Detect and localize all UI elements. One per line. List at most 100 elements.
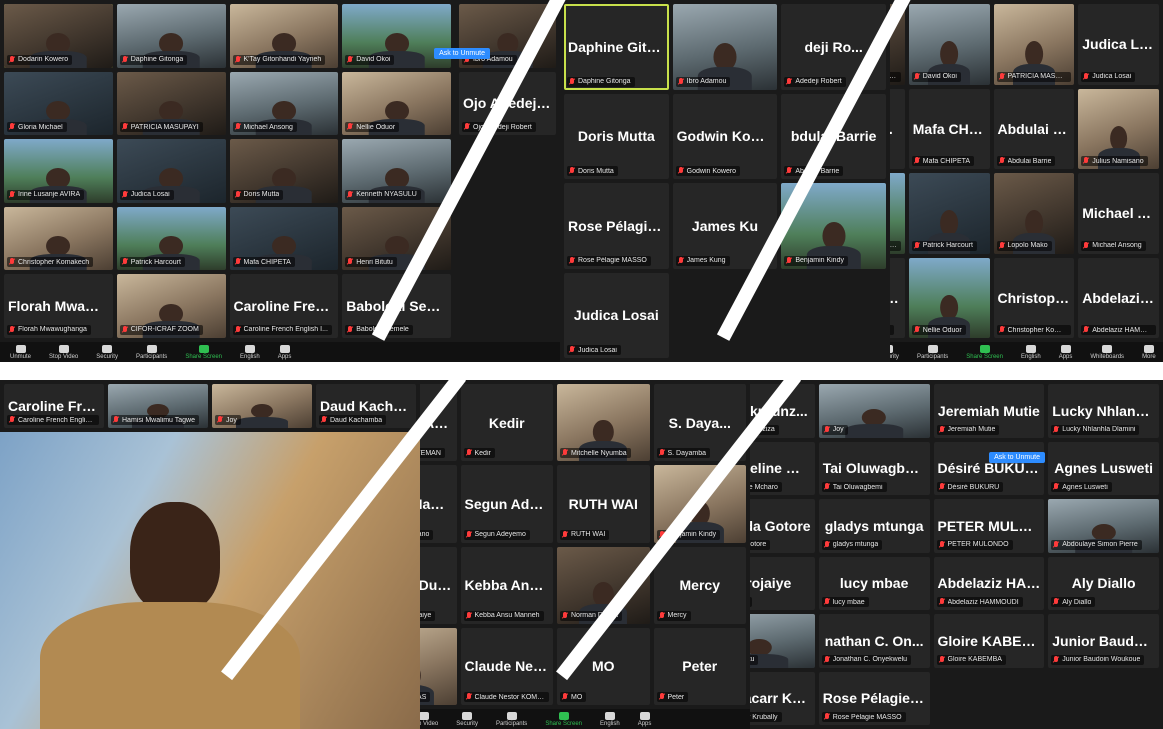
- participant-tile[interactable]: Julius Namisano Julius Namisano: [420, 465, 457, 543]
- toolbar-button[interactable]: More: [1142, 344, 1156, 360]
- participant-tile[interactable]: Désiré BUKURU Désiré BUKURU: [933, 441, 1045, 495]
- toolbar-button[interactable]: Security: [96, 344, 118, 360]
- participant-tile[interactable]: Gloria Michael: [4, 71, 113, 136]
- participant-tile[interactable]: Mafa CHIPET Mafa CHIPETA: [908, 88, 990, 169]
- toolbar-button[interactable]: Participants: [917, 344, 948, 360]
- participant-tile[interactable]: Kedir Kedir: [460, 384, 553, 462]
- participant-tile[interactable]: Abdelaziz HA Abdelaziz HAMMOUDI: [1078, 257, 1159, 338]
- participant-tile[interactable]: Julius Namisano: [1078, 88, 1159, 169]
- participant-tile[interactable]: Caroline French... Caroline French Englis…: [4, 384, 104, 428]
- participant-tile[interactable]: Daphine Gitonga Daphine Gitonga: [564, 4, 669, 90]
- participant-tile[interactable]: Gloire KABEMBA Gloire KABEMBA: [933, 614, 1045, 668]
- participant-tile[interactable]: Tai Oluwagbemi Tai Oluwagbemi: [818, 441, 930, 495]
- participant-tile[interactable]: Judica Losai Judica Losai: [564, 272, 669, 358]
- participant-tile[interactable]: Ibro Adamou: [672, 4, 778, 90]
- participant-tile[interactable]: Nellie Oduor: [908, 257, 990, 338]
- participant-tile[interactable]: Judica Losai Judica Losai: [1078, 4, 1159, 85]
- participant-tile[interactable]: Daphine Gitonga: [116, 4, 226, 68]
- participant-tile[interactable]: Evangeline Mch... Evangeline Mcharo: [750, 441, 815, 495]
- participant-tile[interactable]: Claude Nestor... Claude Nestor KOMLA: [460, 627, 553, 705]
- ask-to-unmute-button[interactable]: Ask to Unmute: [989, 452, 1045, 463]
- participant-tile[interactable]: Florah Mwawu... Florah Mwawughanga: [4, 274, 113, 338]
- participant-tile[interactable]: Christopher Ko... Christopher Komakech: [993, 257, 1075, 338]
- toolbar-button[interactable]: Apps: [1059, 344, 1072, 360]
- toolbar-button[interactable]: Participants: [136, 344, 167, 360]
- participant-tile[interactable]: K'Tay Gitonhandi Yayneh: [229, 4, 339, 68]
- toolbar-button[interactable]: English: [240, 344, 260, 360]
- participant-tile[interactable]: lucy mbae lucy mbae: [818, 556, 930, 610]
- participant-tile[interactable]: Abdoulaye Simon Pierre: [1048, 499, 1159, 553]
- participant-tile[interactable]: nathan C. On... Jonathan C. Onyekwelu: [818, 614, 930, 668]
- toolbar-button[interactable]: Share Screen: [185, 344, 222, 360]
- participant-tile[interactable]: PATRICIA MASUPAYI: [116, 71, 226, 136]
- participant-tile[interactable]: Efficent Otu: [750, 614, 815, 668]
- participant-tile[interactable]: Agnes Lusweti Agnes Lusweti: [1048, 441, 1159, 495]
- participant-tile[interactable]: PATRICIA MASUPAYI: [993, 4, 1075, 85]
- participant-tile[interactable]: Hamisi Mwalimu Tagwe: [108, 384, 208, 428]
- participant-tile[interactable]: PETER MULONDO PETER MULONDO: [933, 499, 1045, 553]
- toolbar-button[interactable]: Participants: [496, 711, 527, 727]
- participant-tile[interactable]: Aly Diallo Aly Diallo: [1048, 556, 1159, 610]
- participant-tile[interactable]: Irine Lusanje AVIRA: [4, 139, 113, 203]
- participant-tile[interactable]: Joy: [818, 384, 930, 438]
- participant-tile[interactable]: Doris MuttaDoris Mutta: [564, 93, 669, 179]
- participant-display-name: Gladys Durojaiye: [420, 577, 457, 594]
- toolbar-button[interactable]: Security: [890, 344, 899, 360]
- participant-tile[interactable]: Michael Ansong: [229, 71, 339, 136]
- participant-tile[interactable]: Dodarin Kowero: [4, 4, 113, 68]
- participant-tile[interactable]: Lopolo Mako: [993, 173, 1075, 254]
- participant-tile[interactable]: Peter Peter: [653, 627, 746, 705]
- toolbar-button[interactable]: Apps: [278, 344, 291, 360]
- participant-tile[interactable]: RUTH WAI RUTH WAI: [557, 465, 650, 543]
- participant-tile[interactable]: Christopher Komakech: [4, 206, 113, 271]
- participant-tile[interactable]: Doris MuttaDoris Mutta: [890, 88, 905, 169]
- participant-tile[interactable]: Junior Baudoin... Junior Baudoin Woukoue: [1048, 614, 1159, 668]
- participant-tile[interactable]: gladys mtunga gladys mtunga: [818, 499, 930, 553]
- participant-tile[interactable]: Kebba Ansu Ma... Kebba Ansu Manneh: [460, 546, 553, 624]
- participant-tile[interactable]: Doris Mutta: [229, 139, 339, 203]
- participant-tile[interactable]: Segun Adeyemo Segun Adeyemo: [460, 465, 553, 543]
- participant-tile[interactable]: Lucky Nhlanhla... Lucky Nhlanhla Dlamini: [1048, 384, 1159, 438]
- participant-tile[interactable]: ISMAIL SERAS: [420, 627, 457, 705]
- participant-tile[interactable]: Abubacarr Krub... Abubacarr Krubally: [750, 671, 815, 725]
- participant-tile[interactable]: Patrick Harcourt: [908, 173, 990, 254]
- toolbar-button[interactable]: Share Screen: [966, 344, 1003, 360]
- participant-tile[interactable]: Mafa CHIPETA: [229, 206, 339, 271]
- toolbar-button[interactable]: Stop Video: [49, 344, 78, 360]
- toolbar-button[interactable]: Whiteboards: [1090, 344, 1124, 360]
- participant-tile[interactable]: Kenneth NYASULU: [342, 139, 451, 203]
- participant-tile[interactable]: Daud Kachamba Daud Kachamba: [890, 257, 905, 338]
- participant-tile[interactable]: Durojaiye Durojaiye: [750, 556, 815, 610]
- toolbar-button[interactable]: Apps: [638, 711, 651, 727]
- participant-tile[interactable]: Mitchelle Nyumba: [557, 384, 650, 462]
- toolbar-button[interactable]: Share Screen: [545, 711, 582, 727]
- ask-to-unmute-button[interactable]: Ask to Unmute: [434, 48, 490, 59]
- participant-tile[interactable]: Abdulai Barrie Abdulai Barrie: [993, 88, 1075, 169]
- toolbar-icon: [244, 344, 255, 353]
- participant-tile[interactable]: Rose Pélagie M... Rose Pélagie MASSO: [564, 183, 669, 269]
- participant-tile[interactable]: CIFOR-ICRAF ZOOM: [116, 274, 226, 338]
- participant-name-tag: Tatenda Gotore: [750, 539, 771, 550]
- toolbar-button[interactable]: Unmute: [10, 344, 31, 360]
- participant-tile[interactable]: Daud Kachamba Daud Kachamba: [316, 384, 416, 428]
- toolbar-button[interactable]: Stop Video: [420, 711, 438, 727]
- participant-tile[interactable]: Judica Losai: [116, 139, 226, 203]
- toolbar-button[interactable]: English: [1021, 344, 1041, 360]
- participant-tile[interactable]: Godwin Kowero Godwin Kowero: [672, 93, 778, 179]
- participant-tile[interactable]: Rose Pélagie M... Rose Pélagie MASSO: [818, 671, 930, 725]
- participant-tile[interactable]: Jeremiah Mutie Jeremiah Mutie: [933, 384, 1045, 438]
- participant-tile[interactable]: Michael Anso Michael Ansong: [1078, 173, 1159, 254]
- participant-tile[interactable]: Nellie Oduor: [342, 71, 451, 136]
- participant-tile[interactable]: Tatenda Gotore Tatenda Gotore: [750, 499, 815, 553]
- participant-tile[interactable]: Mercy Mercy: [653, 546, 746, 624]
- meeting-toolbar: UnmuteStop VideoSecurityParticipantsShar…: [420, 709, 750, 729]
- participant-tile[interactable]: Caroline French... Caroline French Englis…: [229, 274, 339, 338]
- toolbar-button[interactable]: English: [600, 711, 620, 727]
- participant-tile[interactable]: David Okoi: [908, 4, 990, 85]
- toolbar-button[interactable]: Security: [456, 711, 478, 727]
- participant-tile[interactable]: Gladys Durojaiye Gladys Durojaiye: [420, 546, 457, 624]
- participant-tile[interactable]: Kenneth NYASULU: [890, 173, 905, 254]
- participant-tile[interactable]: Abdelaziz HAM... Abdelaziz HAMMOUDI: [933, 556, 1045, 610]
- participant-tile[interactable]: Patrick Harcourt: [116, 206, 226, 271]
- participant-tile[interactable]: Joy: [212, 384, 312, 428]
